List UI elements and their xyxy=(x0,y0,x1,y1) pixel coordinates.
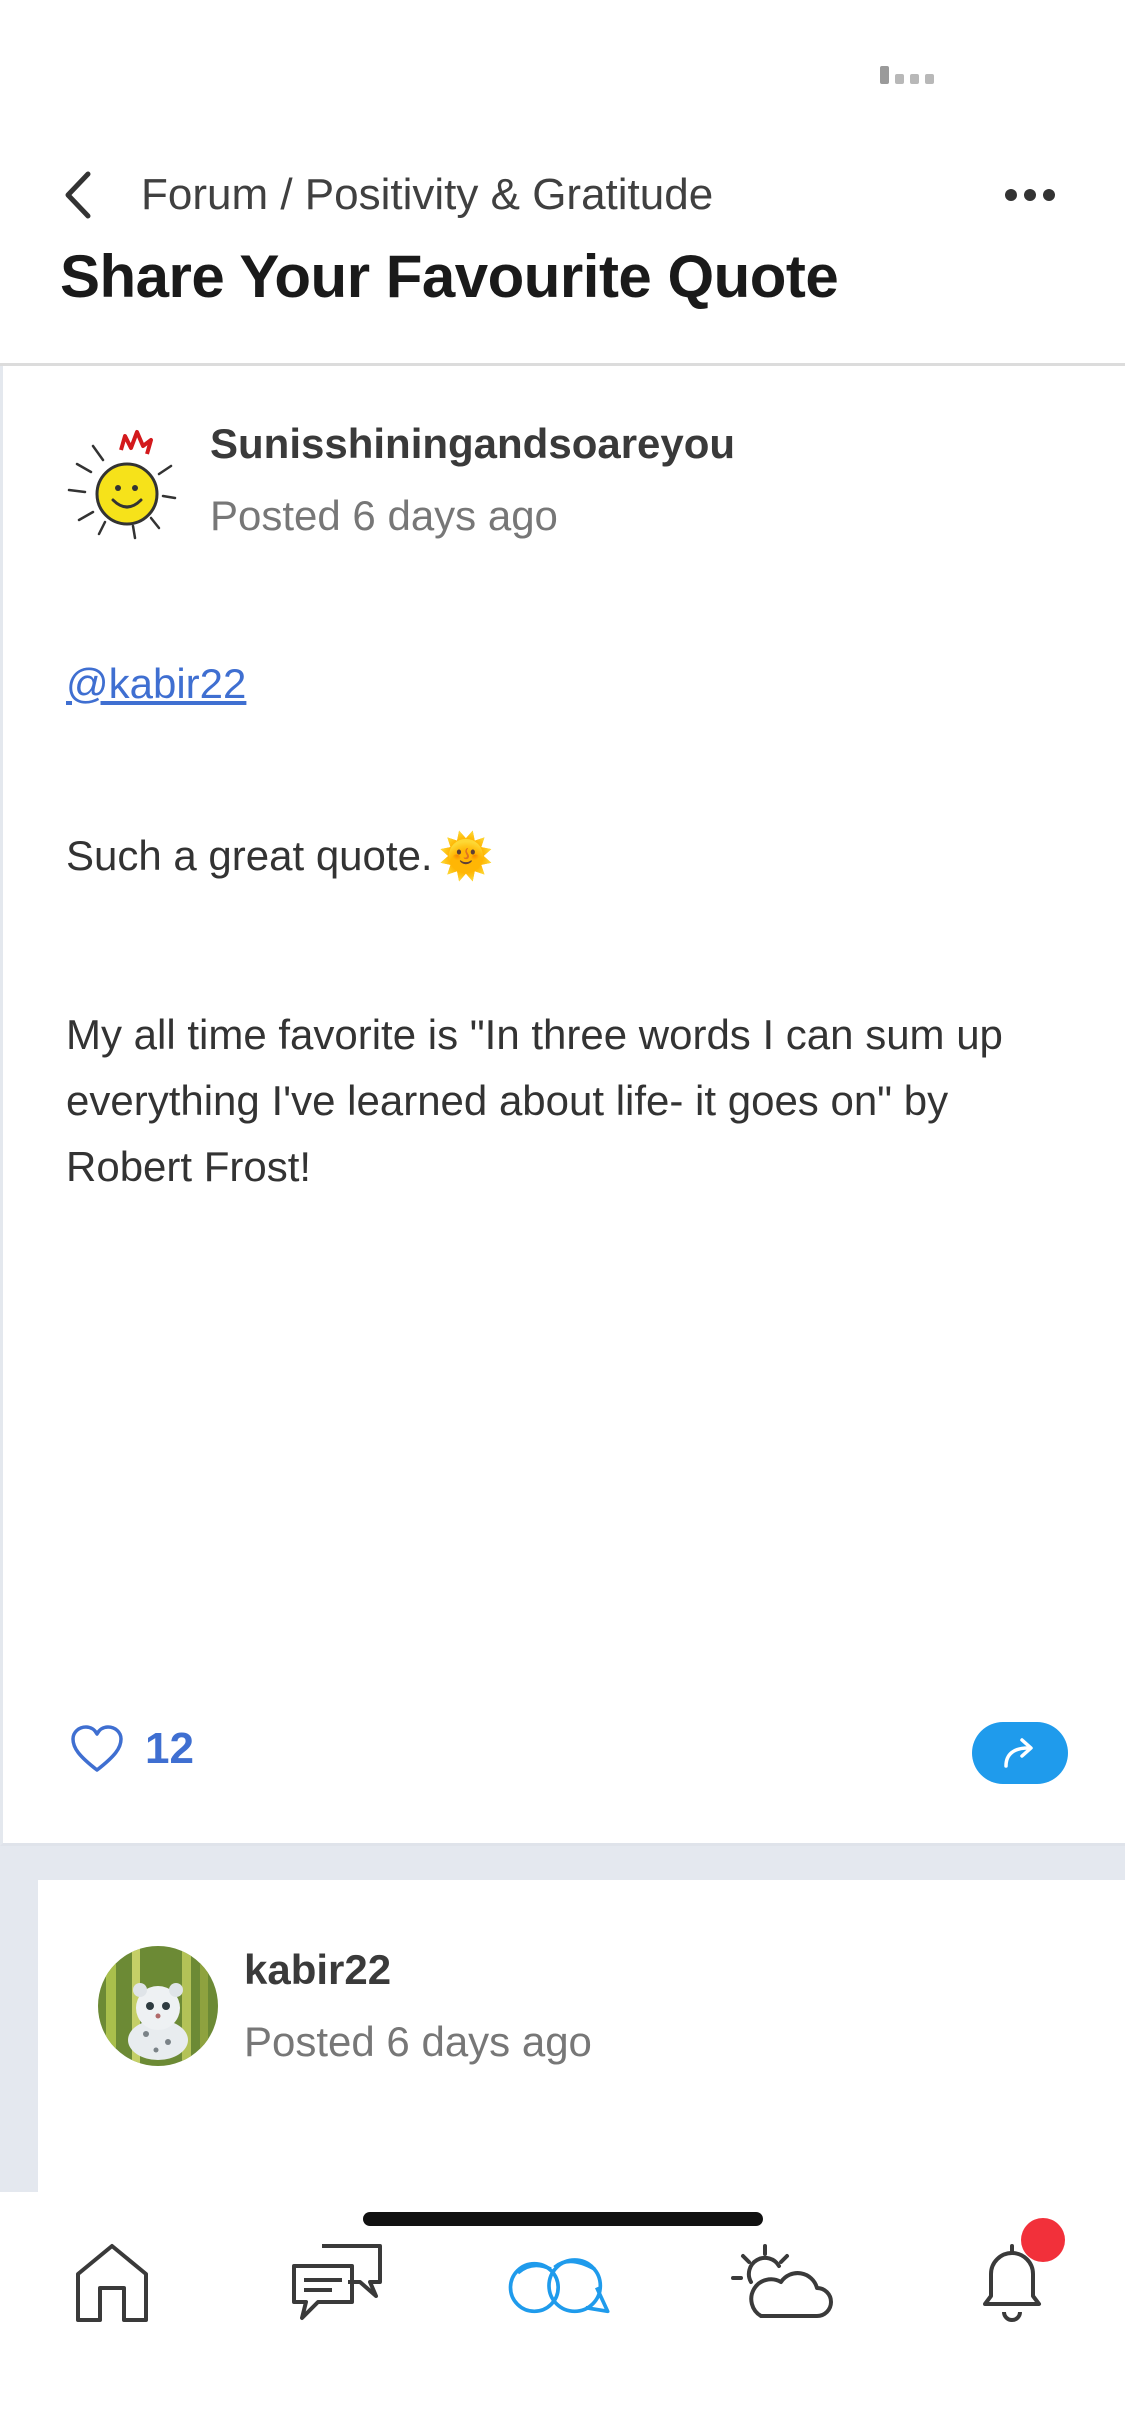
screen: Forum / Positivity & Gratitude Share You… xyxy=(0,0,1125,2436)
post-paragraph: Such a great quote. 🌞 xyxy=(66,830,493,882)
like-button[interactable]: 12 xyxy=(69,1724,194,1774)
sun-avatar-icon xyxy=(67,430,177,540)
nav-weather[interactable] xyxy=(728,2232,838,2332)
community-icon xyxy=(508,2258,610,2314)
signal-icon xyxy=(880,66,934,84)
nav-chat[interactable] xyxy=(283,2232,393,2332)
home-icon xyxy=(76,2244,148,2322)
weather-icon xyxy=(731,2244,833,2318)
status-bar xyxy=(0,0,1125,130)
page-title: Share Your Favourite Quote xyxy=(60,243,839,310)
back-button[interactable] xyxy=(52,160,102,230)
post-timestamp: Posted 6 days ago xyxy=(210,492,558,539)
more-options-button[interactable] xyxy=(995,160,1065,230)
nav-home[interactable] xyxy=(57,2232,167,2332)
header: Forum / Positivity & Gratitude Share You… xyxy=(0,130,1125,366)
post-timestamp: Posted 6 days ago xyxy=(244,2018,592,2065)
mention-link[interactable]: @kabir22 xyxy=(66,660,246,708)
share-arrow-icon xyxy=(1004,1738,1033,1768)
heart-icon xyxy=(71,1725,123,1772)
more-dot xyxy=(1024,189,1036,201)
snow-leopard-avatar-icon xyxy=(98,1946,218,2066)
chat-icon xyxy=(292,2244,382,2320)
bottom-nav xyxy=(0,2192,1125,2436)
post-card: Sunisshiningandsoareyou Posted 6 days ag… xyxy=(0,366,1125,1846)
more-dot xyxy=(1043,189,1055,201)
author-name[interactable]: kabir22 xyxy=(244,1946,391,1994)
nav-community[interactable] xyxy=(505,2232,615,2332)
breadcrumb[interactable]: Forum / Positivity & Gratitude xyxy=(141,160,713,230)
like-count: 12 xyxy=(145,1724,194,1773)
notification-badge xyxy=(1021,2218,1065,2262)
share-button[interactable] xyxy=(972,1722,1068,1784)
avatar[interactable] xyxy=(98,1946,218,2066)
avatar[interactable] xyxy=(63,420,193,550)
more-dot xyxy=(1005,189,1017,201)
author-name[interactable]: Sunisshiningandsoareyou xyxy=(210,420,735,468)
home-indicator[interactable] xyxy=(363,2212,763,2226)
sun-emoji-icon: 🌞 xyxy=(438,832,494,881)
post-text: Such a great quote. xyxy=(66,832,433,879)
chevron-left-icon xyxy=(65,171,91,219)
post-paragraph: My all time favorite is "In three words … xyxy=(66,1011,1003,1190)
nav-notifications[interactable] xyxy=(957,2218,1067,2332)
